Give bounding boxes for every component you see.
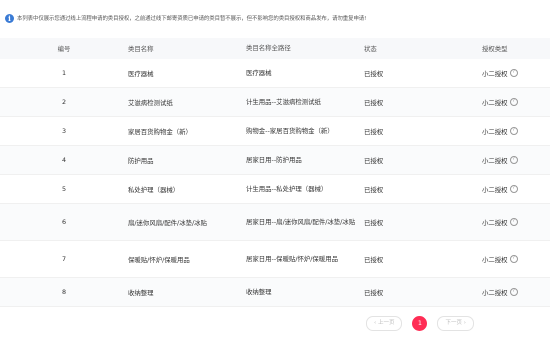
cell-category-name: 艾滋病检测试纸	[128, 98, 173, 107]
cell-category-name: 扇/迷你风扇/配件/冰垫/冰贴	[128, 218, 207, 227]
help-icon[interactable]: ?	[509, 255, 518, 263]
table-row: 8 收纳整理 收纳整理 已授权 小二授权?	[0, 278, 550, 307]
auth-type-label: 小二授权	[482, 288, 508, 297]
header-status: 状态	[364, 45, 377, 53]
cell-id: 2	[61, 98, 67, 106]
auth-type-label: 小二授权	[482, 255, 508, 264]
cell-id: 3	[61, 127, 67, 135]
cell-status: 已授权	[364, 255, 384, 264]
help-icon[interactable]: ?	[509, 98, 518, 106]
notice-bar: i 本列表中仅展示您通过线上流程申请的类目授权，之前通过线下邮寄资质已申请的类目…	[5, 10, 545, 26]
cell-auth-type: 小二授权?	[482, 255, 550, 264]
cell-auth-type: 小二授权?	[482, 127, 550, 136]
cell-auth-type: 小二授权?	[482, 288, 550, 297]
cell-category-path: 购物金--家居百货购物金（新）	[246, 126, 334, 135]
page-number-current[interactable]: 1	[412, 316, 428, 331]
header-category-path: 类目名称全路径	[246, 44, 291, 53]
cell-id: 1	[61, 69, 67, 77]
category-auth-table: 编号 类目名称 类目名称全路径 状态 授权类型 1 医疗器械 医疗器械 已授权 小二授权…	[0, 38, 550, 307]
auth-type-label: 小二授权	[482, 156, 508, 165]
auth-type-label: 小二授权	[482, 69, 508, 78]
cell-category-name: 收纳整理	[128, 288, 154, 297]
cell-category-path: 收纳整理	[246, 287, 272, 296]
cell-id: 6	[61, 218, 67, 226]
cell-status: 已授权	[364, 156, 384, 165]
cell-status: 已授权	[364, 127, 384, 136]
auth-type-label: 小二授权	[482, 98, 508, 107]
cell-id: 4	[61, 156, 67, 164]
header-id: 编号	[57, 45, 71, 53]
help-icon[interactable]: ?	[509, 185, 518, 193]
auth-type-label: 小二授权	[482, 218, 508, 227]
cell-category-name: 家居百货购物金（新）	[128, 127, 192, 136]
cell-status: 已授权	[364, 185, 384, 194]
cell-status: 已授权	[364, 218, 384, 227]
table-row: 7 保暖贴/怀炉/保暖用品 居家日用--保暖贴/怀炉/保暖用品 已授权 小二授权?	[0, 241, 550, 278]
cell-category-path: 居家日用--保暖贴/怀炉/保暖用品	[246, 254, 338, 263]
cell-id: 7	[61, 255, 67, 263]
cell-status: 已授权	[364, 69, 384, 78]
cell-category-path: 居家日用--扇/迷你风扇/配件/冰垫/冰贴	[246, 217, 356, 226]
table-row: 6 扇/迷你风扇/配件/冰垫/冰贴 居家日用--扇/迷你风扇/配件/冰垫/冰贴 已授权…	[0, 204, 550, 241]
table-row: 5 私处护理（器械） 计生用品--私处护理（器械） 已授权 小二授权?	[0, 175, 550, 204]
table-row: 4 防护用品 居家日用--防护用品 已授权 小二授权?	[0, 146, 550, 175]
cell-auth-type: 小二授权?	[482, 98, 550, 107]
cell-auth-type: 小二授权?	[482, 156, 550, 165]
cell-id: 8	[61, 288, 67, 296]
help-icon[interactable]: ?	[509, 127, 518, 135]
table-header: 编号 类目名称 类目名称全路径 状态 授权类型	[0, 38, 550, 59]
pagination: ‹ 上一页 1 下一页 ›	[366, 316, 474, 331]
prev-page-button[interactable]: ‹ 上一页	[366, 316, 403, 331]
cell-category-name: 医疗器械	[128, 69, 154, 78]
cell-auth-type: 小二授权?	[482, 185, 550, 194]
auth-type-label: 小二授权	[482, 127, 508, 136]
next-page-button[interactable]: 下一页 ›	[437, 316, 474, 331]
cell-category-path: 医疗器械	[246, 68, 272, 77]
cell-category-name: 防护用品	[128, 156, 154, 165]
notice-text: 本列表中仅展示您通过线上流程申请的类目授权，之前通过线下邮寄资质已申请的类目暂不…	[17, 16, 367, 22]
cell-category-path: 居家日用--防护用品	[246, 155, 302, 164]
cell-category-name: 私处护理（器械）	[128, 185, 180, 194]
help-icon[interactable]: ?	[509, 69, 518, 77]
cell-category-path: 计生用品--私处护理（器械）	[246, 184, 328, 193]
cell-category-name: 保暖贴/怀炉/保暖用品	[128, 255, 190, 264]
help-icon[interactable]: ?	[509, 218, 518, 226]
cell-category-path: 计生用品--艾滋病检测试纸	[246, 97, 321, 106]
cell-status: 已授权	[364, 288, 384, 297]
table-row: 2 艾滋病检测试纸 计生用品--艾滋病检测试纸 已授权 小二授权?	[0, 88, 550, 117]
header-category-name: 类目名称	[128, 45, 154, 53]
cell-auth-type: 小二授权?	[482, 69, 550, 78]
header-auth-type: 授权类型	[482, 45, 508, 53]
auth-type-label: 小二授权	[482, 185, 508, 194]
help-icon[interactable]: ?	[509, 288, 518, 296]
cell-auth-type: 小二授权?	[482, 218, 550, 227]
help-icon[interactable]: ?	[509, 156, 518, 164]
cell-status: 已授权	[364, 98, 384, 107]
table-row: 3 家居百货购物金（新） 购物金--家居百货购物金（新） 已授权 小二授权?	[0, 117, 550, 146]
cell-id: 5	[61, 185, 67, 193]
info-icon: i	[5, 13, 14, 23]
table-row: 1 医疗器械 医疗器械 已授权 小二授权?	[0, 59, 550, 88]
